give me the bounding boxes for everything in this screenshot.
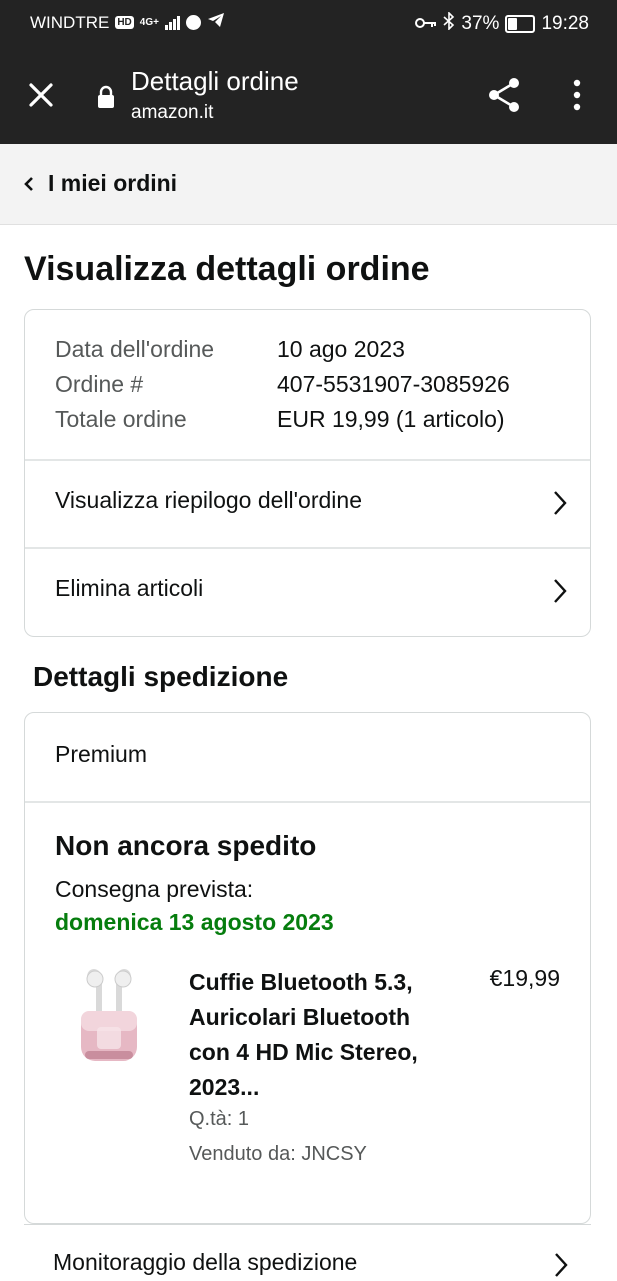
- product-seller: Venduto da: JNCSY: [189, 1143, 367, 1165]
- product-quantity: Q.tà: 1: [189, 1108, 250, 1130]
- shipment-heading: Dettagli spedizione: [33, 661, 289, 692]
- more-options-button[interactable]: [566, 78, 588, 112]
- carrier-name: WINDTRE: [30, 12, 110, 32]
- product-price: €19,99: [489, 965, 560, 991]
- more-vert-icon: [573, 79, 581, 111]
- battery-percent: 37%: [461, 13, 500, 34]
- signal-icon: [164, 15, 180, 30]
- status-bar-right: 37% 19:28: [415, 11, 589, 36]
- view-order-summary-link[interactable]: Visualizza riepilogo dell'ordine: [25, 460, 590, 548]
- share-icon: [489, 78, 519, 112]
- key-icon: [415, 13, 437, 35]
- status-bar-left: WINDTRE HD 4G+: [30, 12, 225, 33]
- page-title: Dettagli ordine: [131, 66, 299, 96]
- order-date-value: 10 ago 2023: [277, 336, 405, 362]
- chevron-right-icon: [554, 491, 567, 515]
- shipment-tracking-link[interactable]: Monitoraggio della spedizione: [24, 1224, 591, 1281]
- chevron-left-icon: [24, 177, 33, 191]
- order-number-label: Ordine #: [55, 371, 144, 397]
- shipment-status: Non ancora spedito: [55, 830, 317, 861]
- close-button[interactable]: [24, 78, 58, 112]
- notification-icon: [185, 15, 201, 30]
- view-order-summary-label: Visualizza riepilogo dell'ordine: [55, 487, 362, 513]
- bluetooth-icon: [443, 11, 455, 36]
- browser-toolbar: Dettagli ordine amazon.it: [0, 48, 617, 144]
- status-bar: WINDTRE HD 4G+ 37% 19:28: [0, 0, 617, 48]
- order-total-label: Totale ordine: [55, 406, 187, 432]
- delete-items-label: Elimina articoli: [55, 575, 204, 601]
- shipping-service: Premium: [55, 741, 148, 767]
- close-icon: [29, 83, 53, 107]
- clock: 19:28: [541, 13, 589, 34]
- delivery-label: Consegna prevista:: [55, 876, 254, 902]
- page-heading: Visualizza dettagli ordine: [24, 250, 430, 288]
- order-total-value: EUR 19,99 (1 articolo): [277, 406, 505, 432]
- battery-level: [508, 18, 517, 30]
- delivery-date: domenica 13 agosto 2023: [55, 909, 334, 935]
- page-url[interactable]: amazon.it: [131, 102, 213, 124]
- shipment-card: Premium Non ancora spedito Consegna prev…: [24, 712, 591, 1224]
- chevron-right-icon: [555, 1253, 568, 1277]
- order-summary-card: Data dell'ordine 10 ago 2023 Ordine # 40…: [24, 309, 591, 637]
- shipment-tracking-label: Monitoraggio della spedizione: [53, 1249, 358, 1275]
- product-image[interactable]: [77, 967, 141, 1067]
- lock-icon: [96, 85, 116, 109]
- order-number-value: 407-5531907-3085926: [277, 371, 510, 397]
- hd-badge: HD: [115, 16, 134, 29]
- network-type: 4G+: [139, 17, 159, 28]
- divider: [25, 801, 590, 803]
- battery-icon: [505, 15, 536, 33]
- chevron-right-icon: [554, 579, 567, 603]
- product-title-link[interactable]: Cuffie Bluetooth 5.3, Auricolari Bluetoo…: [189, 965, 449, 1105]
- order-date-label: Data dell'ordine: [55, 336, 215, 362]
- telegram-icon: [207, 12, 225, 33]
- share-button[interactable]: [486, 75, 522, 115]
- breadcrumb-label[interactable]: I miei ordini: [48, 170, 177, 197]
- breadcrumb[interactable]: I miei ordini: [0, 144, 617, 225]
- delete-items-link[interactable]: Elimina articoli: [25, 548, 590, 636]
